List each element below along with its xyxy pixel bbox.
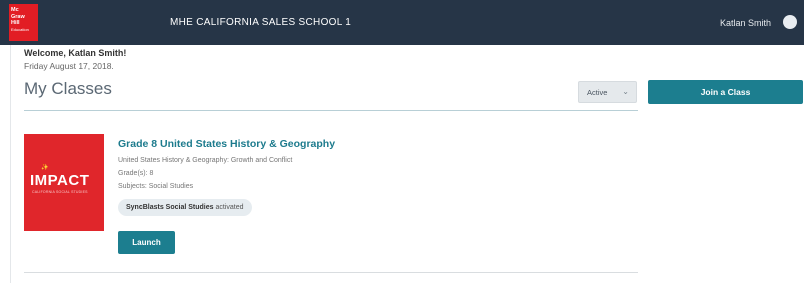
- logo-text-line4: Education: [11, 26, 29, 32]
- class-list-divider: [24, 272, 638, 273]
- welcome-message: Welcome, Katlan Smith!: [24, 48, 127, 58]
- class-course-name: United States History & Geography: Growt…: [118, 157, 293, 164]
- avatar[interactable]: [783, 15, 797, 29]
- filter-selected-value: Active: [587, 88, 608, 97]
- class-title-link[interactable]: Grade 8 United States History & Geograph…: [118, 138, 335, 150]
- page-title: My Classes: [24, 79, 112, 98]
- mcgraw-hill-logo[interactable]: Mc Graw Hill Education: [9, 4, 38, 41]
- class-subjects: Subjects: Social Studies: [118, 183, 194, 190]
- chevron-down-icon: ⌄: [622, 87, 629, 96]
- sync-product-name: SyncBlasts Social Studies: [126, 204, 214, 211]
- impact-mark-icon: ✨: [41, 165, 49, 171]
- school-name: MHE CALIFORNIA SALES SCHOOL 1: [170, 17, 352, 28]
- cover-subtitle: CALIFORNIA SOCIAL STUDIES: [32, 190, 88, 194]
- sync-status: activated: [215, 204, 244, 211]
- cover-brand: IMPACT: [30, 172, 90, 189]
- user-menu-name[interactable]: Katlan Smith: [720, 18, 771, 28]
- class-status-filter[interactable]: Active ⌄: [578, 81, 637, 103]
- syncblasts-badge: SyncBlasts Social Studies activated: [118, 199, 252, 216]
- content-edge-divider: [10, 45, 11, 283]
- class-grade: Grade(s): 8: [118, 170, 154, 177]
- launch-button[interactable]: Launch: [118, 231, 175, 254]
- class-cover-image[interactable]: ✨ IMPACT CALIFORNIA SOCIAL STUDIES: [24, 134, 104, 231]
- current-date: Friday August 17, 2018.: [24, 61, 114, 71]
- top-bar: Mc Graw Hill Education MHE CALIFORNIA SA…: [0, 0, 804, 45]
- join-class-button[interactable]: Join a Class: [648, 80, 803, 104]
- section-divider: [24, 110, 638, 111]
